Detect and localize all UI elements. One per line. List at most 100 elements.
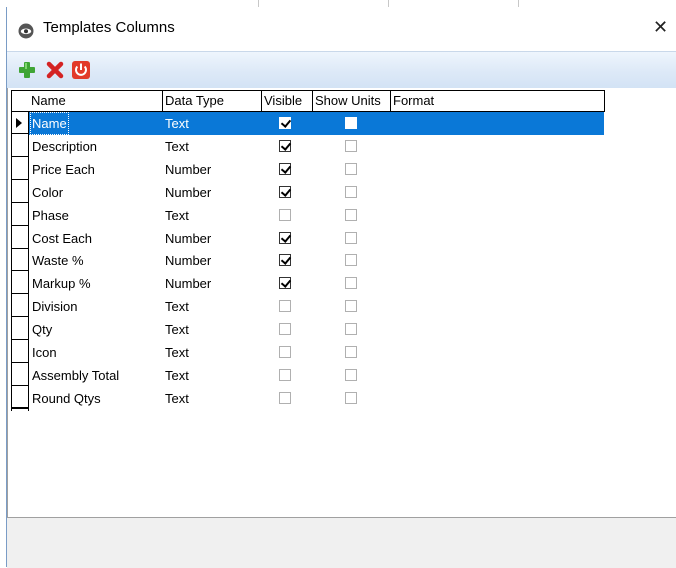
cell-name[interactable]: Color — [32, 181, 63, 204]
visible-checkbox[interactable] — [279, 117, 291, 129]
table-row[interactable]: Qty Text — [29, 318, 604, 341]
window-title: Templates Columns — [43, 19, 175, 36]
cell-name[interactable]: Assembly Total — [32, 364, 119, 387]
show-units-checkbox[interactable] — [345, 323, 357, 336]
header-visible[interactable]: Visible — [262, 91, 313, 111]
row-indicator[interactable] — [12, 112, 28, 134]
grid-header: Name Data Type Visible Show Units Format — [11, 90, 605, 112]
row-indicator[interactable] — [12, 181, 28, 203]
app-eye-icon — [18, 23, 34, 39]
cell-name[interactable]: Icon — [32, 341, 57, 364]
table-row[interactable]: Phase Text — [29, 204, 604, 227]
status-area — [7, 517, 676, 568]
cell-data-type[interactable]: Text — [165, 112, 189, 135]
x-delete-icon — [46, 61, 64, 79]
add-column-button[interactable] — [17, 60, 37, 80]
row-indicator[interactable] — [12, 318, 28, 341]
visible-checkbox[interactable] — [279, 231, 291, 244]
delete-column-button[interactable] — [45, 60, 65, 80]
cell-data-type[interactable]: Number — [165, 227, 211, 250]
visible-checkbox[interactable] — [279, 208, 291, 221]
row-indicator[interactable] — [12, 295, 28, 318]
table-row[interactable]: Color Number — [29, 181, 604, 204]
cell-data-type[interactable]: Number — [165, 158, 211, 181]
visible-checkbox[interactable] — [279, 323, 291, 336]
table-row[interactable]: Icon Text — [29, 341, 604, 364]
row-indicator[interactable] — [12, 135, 28, 157]
table-row[interactable]: Assembly Total Text — [29, 364, 604, 387]
cell-name[interactable]: Name — [30, 112, 69, 135]
cell-name[interactable]: Qty — [32, 318, 52, 341]
cell-data-type[interactable]: Number — [165, 272, 211, 295]
columns-grid: Name Data Type Visible Show Units Format… — [7, 88, 676, 517]
toolbar — [7, 51, 676, 89]
row-indicator[interactable] — [12, 204, 28, 226]
visible-checkbox[interactable] — [279, 368, 291, 381]
visible-checkbox[interactable] — [279, 300, 291, 313]
cell-name[interactable]: Phase — [32, 204, 69, 227]
background-window-left-edge — [0, 7, 7, 567]
row-indicator[interactable] — [12, 341, 28, 363]
show-units-checkbox[interactable] — [345, 117, 357, 129]
cell-data-type[interactable]: Text — [165, 135, 189, 158]
row-indicator[interactable] — [12, 227, 28, 249]
visible-checkbox[interactable] — [279, 254, 291, 267]
show-units-checkbox[interactable] — [345, 139, 357, 152]
cell-data-type[interactable]: Text — [165, 295, 189, 318]
show-units-checkbox[interactable] — [345, 254, 357, 267]
visible-checkbox[interactable] — [279, 185, 291, 198]
header-name[interactable]: Name — [29, 91, 163, 111]
visible-checkbox[interactable] — [279, 277, 291, 290]
title-bar[interactable]: Templates Columns ✕ — [7, 7, 676, 51]
cell-name[interactable]: Markup % — [32, 272, 91, 295]
table-row[interactable]: Division Text — [29, 295, 604, 318]
row-indicator[interactable] — [12, 364, 28, 386]
current-row-arrow-icon — [16, 118, 22, 128]
row-indicator-column — [11, 112, 29, 411]
table-row[interactable]: Price Each Number — [29, 158, 604, 181]
header-format[interactable]: Format — [391, 91, 604, 111]
cell-name[interactable]: Round Qtys — [32, 387, 101, 410]
visible-checkbox[interactable] — [279, 139, 291, 152]
row-indicator[interactable] — [12, 249, 28, 272]
table-row[interactable]: Waste % Number — [29, 249, 604, 272]
cell-data-type[interactable]: Text — [165, 341, 189, 364]
cell-data-type[interactable]: Text — [165, 387, 189, 410]
row-indicator[interactable] — [12, 272, 28, 295]
visible-checkbox[interactable] — [279, 346, 291, 358]
cell-data-type[interactable]: Text — [165, 364, 189, 387]
show-units-checkbox[interactable] — [345, 300, 357, 313]
cell-data-type[interactable]: Text — [165, 204, 189, 227]
show-units-checkbox[interactable] — [345, 185, 357, 198]
cell-name[interactable]: Price Each — [32, 158, 95, 181]
visible-checkbox[interactable] — [279, 391, 291, 404]
header-data-type[interactable]: Data Type — [163, 91, 262, 111]
table-row[interactable]: Markup % Number — [29, 272, 604, 295]
table-row[interactable]: Cost Each Number — [29, 227, 604, 250]
close-button[interactable]: ✕ — [653, 18, 668, 38]
row-indicator[interactable] — [12, 158, 28, 180]
show-units-checkbox[interactable] — [345, 231, 357, 244]
plus-icon — [19, 62, 35, 78]
cell-data-type[interactable]: Text — [165, 318, 189, 341]
cell-name[interactable]: Division — [32, 295, 78, 318]
cell-data-type[interactable]: Number — [165, 249, 211, 272]
cell-data-type[interactable]: Number — [165, 181, 211, 204]
show-units-checkbox[interactable] — [345, 346, 357, 358]
cell-name[interactable]: Waste % — [32, 249, 84, 272]
table-row[interactable]: Round Qtys Text — [29, 387, 604, 410]
table-row[interactable]: Name Text — [29, 112, 604, 135]
table-row[interactable]: Description Text — [29, 135, 604, 158]
show-units-checkbox[interactable] — [345, 162, 357, 175]
visible-checkbox[interactable] — [279, 162, 291, 175]
show-units-checkbox[interactable] — [345, 391, 357, 404]
show-units-checkbox[interactable] — [345, 277, 357, 290]
cell-name[interactable]: Cost Each — [32, 227, 92, 250]
show-units-checkbox[interactable] — [345, 208, 357, 221]
header-show-units[interactable]: Show Units — [313, 91, 391, 111]
cell-name[interactable]: Description — [32, 135, 97, 158]
close-toolbar-button[interactable] — [71, 60, 91, 80]
templates-columns-dialog: Templates Columns ✕ Name Data Type Visib… — [7, 7, 676, 568]
show-units-checkbox[interactable] — [345, 368, 357, 381]
row-indicator[interactable] — [12, 387, 28, 409]
